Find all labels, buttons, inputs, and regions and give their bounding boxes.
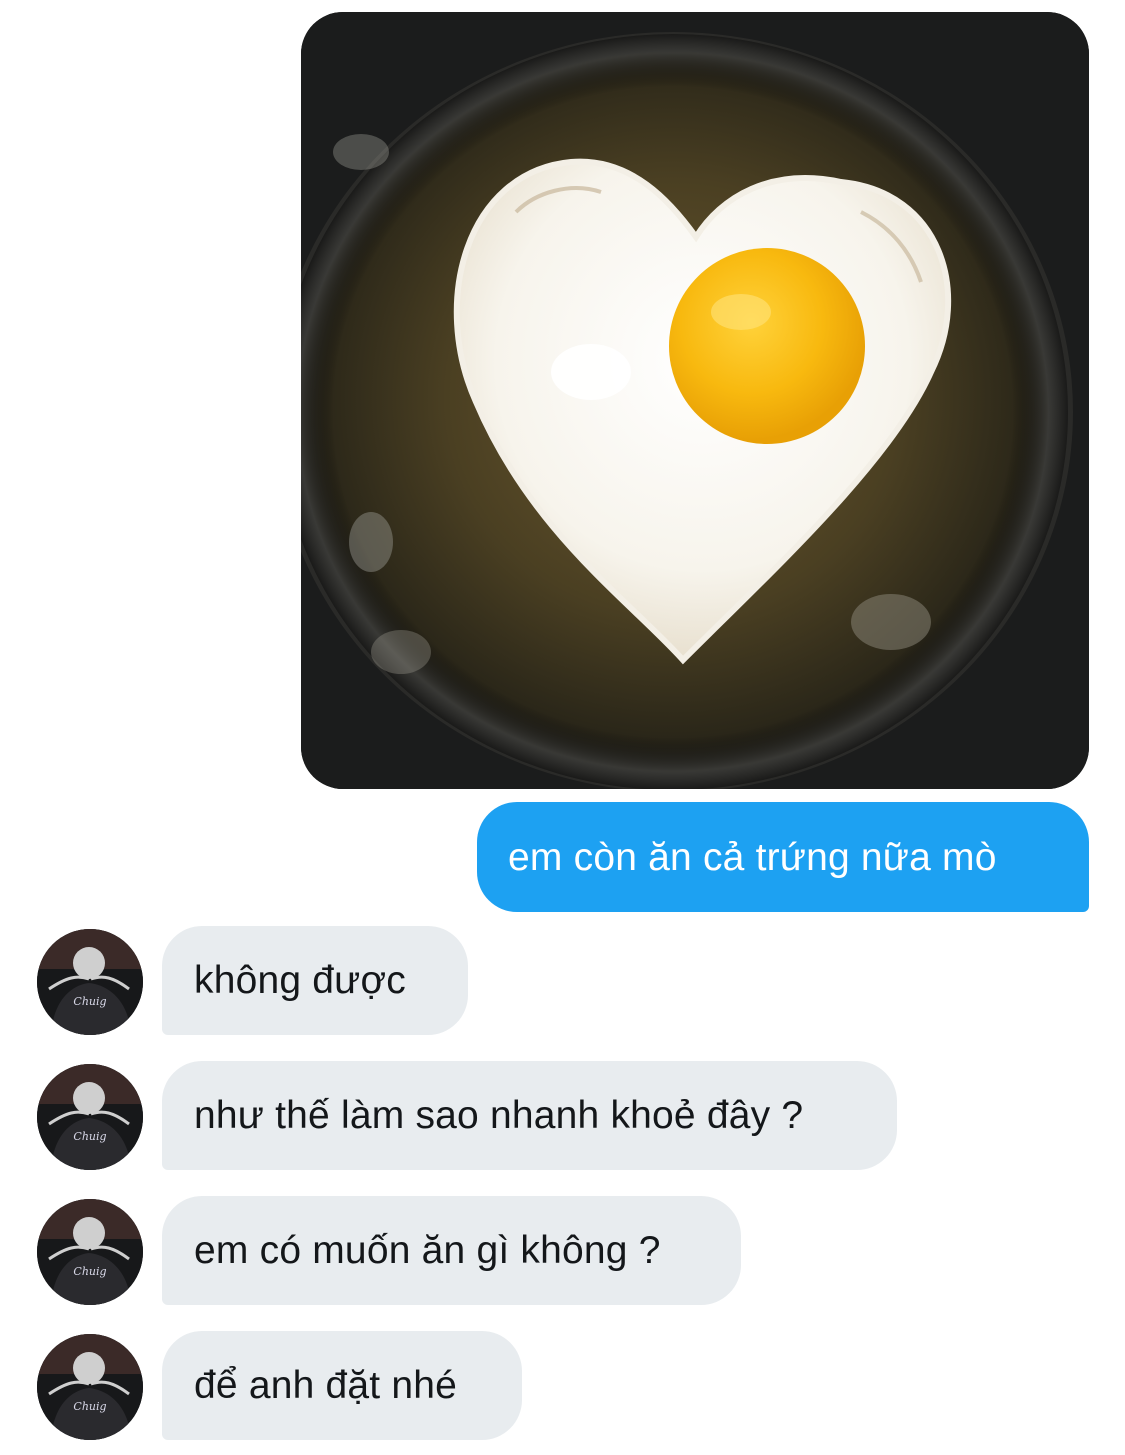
avatar[interactable]: Chuig (37, 1199, 143, 1305)
avatar-image: Chuig (37, 1199, 143, 1305)
received-message-bubble[interactable]: để anh đặt nhé (162, 1331, 522, 1440)
sent-message-bubble[interactable]: em còn ăn cả trứng nữa mò (477, 802, 1089, 912)
avatar-image: Chuig (37, 929, 143, 1035)
sent-photo-bubble[interactable] (301, 12, 1089, 789)
avatar-image: Chuig (37, 1064, 143, 1170)
avatar-image: Chuig (37, 1334, 143, 1440)
received-message-text: em có muốn ăn gì không ? (194, 1229, 661, 1272)
avatar[interactable]: Chuig (37, 1334, 143, 1440)
fried-egg-photo (301, 12, 1089, 789)
avatar[interactable]: Chuig (37, 929, 143, 1035)
received-message-bubble[interactable]: em có muốn ăn gì không ? (162, 1196, 741, 1305)
received-message-text: để anh đặt nhé (194, 1364, 458, 1407)
received-message-text: như thế làm sao nhanh khoẻ đây ? (194, 1094, 804, 1137)
sent-message-text: em còn ăn cả trứng nữa mò (508, 835, 997, 879)
avatar-caption: Chuig (73, 1400, 106, 1413)
avatar-caption: Chuig (73, 1265, 106, 1278)
received-message-bubble[interactable]: như thế làm sao nhanh khoẻ đây ? (162, 1061, 897, 1170)
avatar[interactable]: Chuig (37, 1064, 143, 1170)
received-message-text: không được (194, 959, 406, 1002)
avatar-caption: Chuig (73, 995, 106, 1008)
avatar-caption: Chuig (73, 1130, 106, 1143)
received-message-bubble[interactable]: không được (162, 926, 468, 1035)
